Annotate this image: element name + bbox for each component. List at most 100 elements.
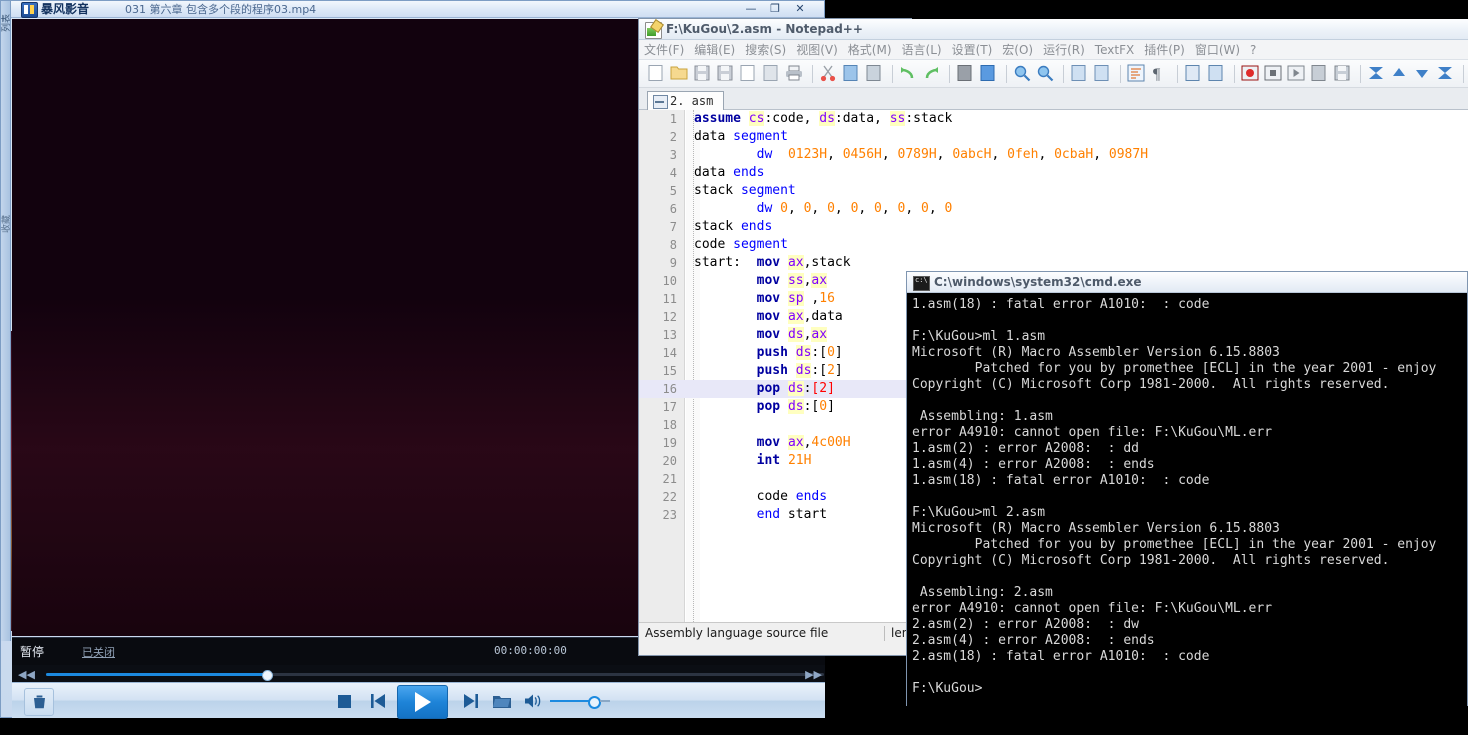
menu-item-2[interactable]: 搜索(S) — [740, 40, 791, 60]
open-file-icon[interactable] — [670, 64, 690, 84]
player-maximize-button[interactable]: ❐ — [764, 2, 786, 16]
menu-item-6[interactable]: 设置(T) — [947, 40, 998, 60]
open-folder-icon[interactable] — [490, 689, 514, 713]
stop-button[interactable] — [332, 689, 356, 713]
video-frame-gradient — [12, 296, 640, 636]
console-output[interactable]: 1.asm(18) : fatal error A1010: : code F:… — [907, 293, 1467, 706]
indent-guide-icon[interactable] — [1184, 64, 1204, 84]
save-all-icon[interactable] — [716, 64, 736, 84]
player-close-button[interactable]: ✕ — [789, 2, 811, 16]
close-all-icon[interactable] — [762, 64, 782, 84]
menu-item-0[interactable]: 文件(F) — [639, 40, 689, 60]
play-macro-icon[interactable] — [1287, 64, 1307, 84]
code-text-15: push ds:[2] — [756, 363, 843, 378]
code-line-8[interactable]: 8 code segment — [639, 236, 1468, 254]
find-icon[interactable] — [956, 64, 976, 84]
toolbar-separator — [1006, 65, 1007, 83]
redo-icon[interactable] — [922, 64, 942, 84]
collapse-all-icon[interactable] — [1367, 64, 1387, 84]
volume-slider-handle[interactable] — [588, 696, 601, 709]
subtitle-status-link[interactable]: 已关闭 — [82, 644, 115, 660]
code-line-7[interactable]: 7 stack ends — [639, 218, 1468, 236]
player-minimize-button[interactable]: — — [740, 2, 762, 16]
expand-all-icon[interactable] — [1436, 64, 1456, 84]
seek-track[interactable] — [46, 670, 824, 681]
volume-icon[interactable] — [522, 689, 546, 713]
cut-icon[interactable] — [819, 64, 839, 84]
stop-macro-icon[interactable] — [1264, 64, 1284, 84]
notepadpp-menubar[interactable]: 文件(F) 编辑(E) 搜索(S) 视图(V) 格式(M) 语言(L) 设置(T) 宏(O) 运… — [639, 40, 1468, 60]
user-language-icon[interactable] — [1207, 64, 1227, 84]
code-line-6[interactable]: 6 dw 0, 0, 0, 0, 0, 0, 0, 0 — [639, 200, 1468, 218]
line-number-11: 11 — [662, 292, 677, 306]
sync-scroll-v-icon[interactable] — [1070, 64, 1090, 84]
menu-item-4[interactable]: 格式(M) — [843, 40, 897, 60]
zoom-in-icon[interactable] — [1013, 64, 1033, 84]
fast-forward-icon[interactable]: ▶▶ — [805, 668, 822, 681]
sync-scroll-h-icon[interactable] — [1093, 64, 1113, 84]
line-number-22: 22 — [662, 490, 677, 504]
undo-icon[interactable] — [899, 64, 919, 84]
new-file-icon[interactable] — [647, 64, 667, 84]
save-icon[interactable] — [693, 64, 713, 84]
menu-item-10[interactable]: 插件(P) — [1139, 40, 1190, 60]
code-line-5[interactable]: 5 stack segment — [639, 182, 1468, 200]
video-canvas[interactable] — [12, 19, 640, 636]
player-side-tab-strip[interactable]: 列表 收藏 — [1, 1, 12, 641]
notepadpp-titlebar: F:\KuGou\2.asm - Notepad++ — [639, 19, 1468, 40]
player-control-bar — [12, 682, 825, 719]
code-line-4[interactable]: 4 data ends — [639, 164, 1468, 182]
word-wrap-icon[interactable] — [1127, 64, 1147, 84]
paste-icon[interactable] — [865, 64, 885, 84]
seek-handle[interactable] — [262, 670, 273, 681]
console-line-19: error A4910: cannot open file: F:\KuGou\… — [912, 601, 1273, 616]
print-icon[interactable] — [785, 64, 805, 84]
previous-button[interactable] — [366, 689, 390, 713]
console-line-5: Copyright (C) Microsoft Corp 1981-2000. … — [912, 377, 1390, 392]
cmd-titlebar: C:\windows\system32\cmd.exe — [907, 272, 1467, 293]
code-text-5: stack segment — [694, 183, 796, 198]
save-macro-icon[interactable] — [1333, 64, 1353, 84]
cmd-window: C:\windows\system32\cmd.exe 1.asm(18) : … — [906, 271, 1468, 706]
code-text-16: pop ds:[2] — [756, 381, 835, 396]
code-line-3[interactable]: 3 dw 0123H, 0456H, 0789H, 0abcH, 0feh, 0… — [639, 146, 1468, 164]
next-button[interactable] — [458, 689, 482, 713]
expand-level-icon[interactable] — [1413, 64, 1433, 84]
replace-icon[interactable] — [979, 64, 999, 84]
console-line-7: Assembling: 1.asm — [912, 409, 1053, 424]
menu-item-1[interactable]: 编辑(E) — [689, 40, 740, 60]
code-line-9[interactable]: 9 start: mov ax,stack — [639, 254, 1468, 272]
show-all-chars-icon[interactable]: ¶ — [1150, 64, 1170, 84]
trash-icon[interactable] — [24, 688, 54, 716]
code-line-1[interactable]: 1 assume cs:code, ds:data, ss:stack — [639, 110, 1468, 128]
toolbar-separator — [1120, 65, 1121, 83]
menu-item-8[interactable]: 运行(R) — [1038, 40, 1090, 60]
console-line-17 — [912, 569, 1467, 585]
seek-bar-row[interactable]: ◀◀ ▶▶ — [12, 665, 825, 682]
menu-item-11[interactable]: 窗口(W) — [1190, 40, 1245, 60]
side-tab-favorites-label: 收藏 — [2, 215, 12, 234]
console-line-12 — [912, 489, 1467, 505]
menu-item-9[interactable]: TextFX — [1090, 40, 1139, 60]
menu-item-12[interactable]: ? — [1245, 40, 1261, 60]
rewind-icon[interactable]: ◀◀ — [18, 668, 35, 681]
collapse-level-icon[interactable] — [1390, 64, 1410, 84]
record-macro-icon[interactable] — [1241, 64, 1261, 84]
menu-item-3[interactable]: 视图(V) — [791, 40, 843, 60]
console-line-16: Copyright (C) Microsoft Corp 1981-2000. … — [912, 553, 1390, 568]
close-file-icon[interactable] — [739, 64, 759, 84]
copy-icon[interactable] — [842, 64, 862, 84]
zoom-out-icon[interactable] — [1036, 64, 1056, 84]
play-button[interactable] — [397, 685, 448, 719]
code-line-2[interactable]: 2 data segment — [639, 128, 1468, 146]
tab-2-asm[interactable]: 2. asm — [647, 91, 725, 111]
line-number-14: 14 — [662, 346, 677, 360]
console-line-23 — [912, 665, 1467, 681]
toolbar-separator — [1177, 65, 1178, 83]
run-macro-multiple-icon[interactable] — [1310, 64, 1330, 84]
console-line-6 — [912, 393, 1467, 409]
tab-label: 2. asm — [670, 94, 714, 108]
line-number-13: 13 — [662, 328, 677, 342]
menu-item-7[interactable]: 宏(O) — [997, 40, 1038, 60]
menu-item-5[interactable]: 语言(L) — [897, 40, 947, 60]
